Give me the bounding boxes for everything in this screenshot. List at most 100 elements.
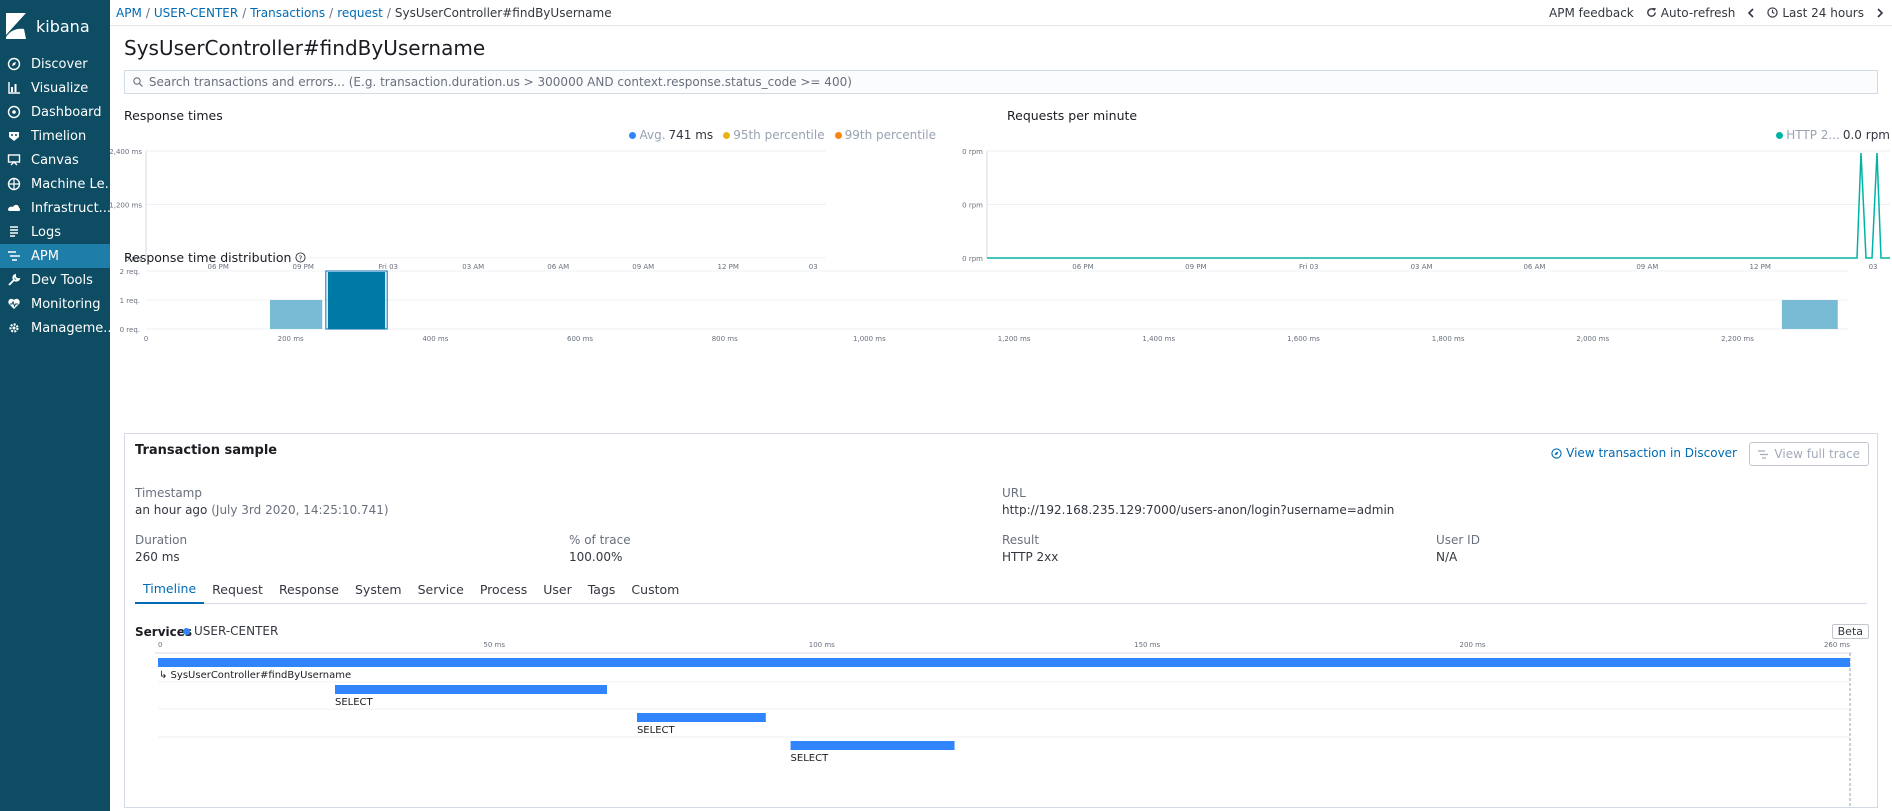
sidebar-item-canvas[interactable]: Canvas xyxy=(0,148,110,172)
tab-tags[interactable]: Tags xyxy=(580,575,624,604)
sidebar-item-monitoring[interactable]: Monitoring xyxy=(0,292,110,316)
timestamp-label: Timestamp xyxy=(135,486,202,500)
distribution-bar[interactable] xyxy=(1781,300,1838,329)
sidebar-item-label: Dashboard xyxy=(31,104,102,120)
timestamp-property: Timestamp an hour ago (July 3rd 2020, 14… xyxy=(135,486,389,517)
trace-percent-value: 100.00% xyxy=(569,550,623,564)
x-tick-label: 2,200 ms xyxy=(1721,335,1754,343)
breadcrumb-separator: / xyxy=(329,5,334,20)
x-tick-label: 1,800 ms xyxy=(1432,335,1465,343)
span-bar[interactable] xyxy=(158,658,1850,667)
search-bar[interactable] xyxy=(124,70,1878,94)
sidebar-item-discover[interactable]: Discover xyxy=(0,52,110,76)
sidebar-item-label: Infrastruct... xyxy=(31,200,110,216)
bar-chart-icon xyxy=(7,81,21,95)
span-label: SELECT xyxy=(637,725,676,736)
rpm-series-line xyxy=(987,152,1890,259)
url-value: http://192.168.235.129:7000/users-anon/l… xyxy=(1002,503,1395,517)
x-tick-label: 1,600 ms xyxy=(1287,335,1320,343)
x-tick-label: 400 ms xyxy=(422,335,448,343)
distribution-chart: 2 req. 1 req. 0 req. 0 200 ms 400 ms 600 ms 800… xyxy=(120,268,1848,343)
sidebar-item-label: Monitoring xyxy=(31,296,101,312)
apm-feedback-label: APM feedback xyxy=(1549,5,1634,20)
sample-tabs: Timeline Request Response System Service Proc… xyxy=(135,575,1867,604)
duration-value: 260 ms xyxy=(135,550,180,564)
apm-feedback-link[interactable]: APM feedback xyxy=(1549,6,1634,20)
search-icon xyxy=(133,77,143,87)
sidebar-item-dashboard[interactable]: Dashboard xyxy=(0,100,110,124)
result-label: Result xyxy=(1002,533,1040,547)
auto-refresh-button[interactable]: Auto-refresh xyxy=(1646,5,1736,20)
kibana-logo-icon xyxy=(6,13,26,39)
service-legend-item: USER-CENTER xyxy=(183,624,278,638)
sidebar-item-infrastruct[interactable]: Infrastruct... xyxy=(0,196,110,220)
timestamp-value: an hour ago (July 3rd 2020, 14:25:10.741… xyxy=(135,503,389,517)
result-value: HTTP 2xx xyxy=(1002,550,1059,564)
transaction-sample-title: Transaction sample xyxy=(135,443,278,458)
tab-response[interactable]: Response xyxy=(271,575,347,604)
sidebar-item-machine-le[interactable]: Machine Le... xyxy=(0,172,110,196)
x-tick-label: 2,000 ms xyxy=(1576,335,1609,343)
timeline-tick-label: 260 ms xyxy=(1824,641,1850,649)
timestamp-absolute: (July 3rd 2020, 14:25:10.741) xyxy=(211,503,389,517)
time-next-button[interactable] xyxy=(1876,7,1884,18)
distribution-bar[interactable] xyxy=(327,272,386,329)
sidebar-item-manageme[interactable]: Manageme... xyxy=(0,316,110,340)
breadcrumb-service[interactable]: USER-CENTER xyxy=(154,6,238,20)
span-label: ↳ SysUserController#findByUsername xyxy=(159,670,351,681)
x-tick-label: 800 ms xyxy=(712,335,738,343)
span-bar[interactable] xyxy=(636,713,766,722)
view-in-discover-link[interactable]: View transaction in Discover xyxy=(1551,446,1737,460)
sidebar-item-visualize[interactable]: Visualize xyxy=(0,76,110,100)
duration-label: Duration xyxy=(135,533,188,547)
sidebar-item-label: Visualize xyxy=(31,80,89,96)
time-range-picker[interactable]: Last 24 hours xyxy=(1767,6,1864,20)
sidebar-item-apm[interactable]: APM xyxy=(0,244,110,268)
time-previous-button[interactable] xyxy=(1747,7,1755,18)
apm-icon xyxy=(7,249,21,263)
auto-refresh-label: Auto-refresh xyxy=(1660,5,1736,20)
x-tick-label: 600 ms xyxy=(567,335,593,343)
apm-trace-icon xyxy=(1758,449,1769,459)
view-full-trace-button[interactable]: View full trace xyxy=(1749,442,1869,466)
tab-process[interactable]: Process xyxy=(472,575,535,604)
sidebar-item-dev-tools[interactable]: Dev Tools xyxy=(0,268,110,292)
x-tick-label: 1,000 ms xyxy=(853,335,886,343)
sidebar-item-timelion[interactable]: Timelion xyxy=(0,124,110,148)
tab-timeline[interactable]: Timeline xyxy=(135,575,205,604)
brand[interactable]: kibana xyxy=(0,0,110,52)
tab-request[interactable]: Request xyxy=(204,575,271,604)
timeline-waterfall: 0 50 ms 100 ms 150 ms 200 ms 260 ms ↳ SysUserC… xyxy=(155,641,1852,808)
timeline-tick-label: 50 ms xyxy=(483,641,505,649)
distribution-bar[interactable] xyxy=(269,300,323,329)
tab-custom[interactable]: Custom xyxy=(623,575,687,604)
tab-system[interactable]: System xyxy=(347,575,410,604)
y-tick-label: 1,200 ms xyxy=(110,202,142,210)
question-icon[interactable]: ? xyxy=(295,252,307,263)
view-full-trace-label: View full trace xyxy=(1774,447,1860,461)
sidebar: kibana Discover Visualize Dashboard Timelio… xyxy=(0,0,110,811)
dashboard-icon xyxy=(7,105,21,119)
refresh-icon xyxy=(1646,7,1656,17)
search-input[interactable] xyxy=(148,75,1877,89)
wrench-icon xyxy=(7,273,21,287)
timeline-tick-label: 150 ms xyxy=(1134,641,1160,649)
beta-badge: Beta xyxy=(1831,624,1869,639)
y-tick-label: 2 req. xyxy=(120,268,140,276)
sidebar-item-label: Dev Tools xyxy=(31,272,93,288)
clock-icon xyxy=(1767,7,1779,18)
sidebar-item-label: Timelion xyxy=(31,128,87,144)
breadcrumb-transactions[interactable]: Transactions xyxy=(250,6,325,20)
page-title: SysUserController#findByUsername xyxy=(124,36,486,60)
span-bar[interactable] xyxy=(790,741,955,750)
breadcrumb-apm[interactable]: APM xyxy=(116,6,142,20)
sidebar-item-logs[interactable]: Logs xyxy=(0,220,110,244)
distribution-title-wrap: Response time distribution ? xyxy=(124,250,307,265)
span-bar[interactable] xyxy=(335,685,608,694)
breadcrumb-request[interactable]: request xyxy=(337,6,383,20)
tab-user[interactable]: User xyxy=(535,575,580,604)
machine-learning-icon xyxy=(7,177,21,191)
timeline-tick-label: 100 ms xyxy=(809,641,835,649)
breadcrumb-separator: / xyxy=(145,5,150,20)
tab-service[interactable]: Service xyxy=(410,575,472,604)
